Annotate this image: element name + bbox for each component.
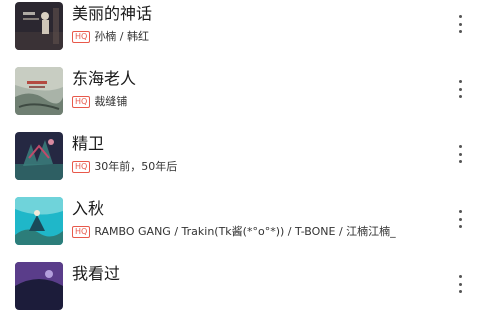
song-artist[interactable]: 裁缝铺 xyxy=(94,95,127,109)
song-artist[interactable]: 30年前，50年后 xyxy=(94,160,177,174)
album-cover-icon[interactable] xyxy=(15,67,63,115)
song-artist[interactable]: RAMBO GANG / Trakin(Tk酱(*°o°*)) / T-BONE… xyxy=(94,225,395,239)
song-row[interactable]: 入秋 HQ RAMBO GANG / Trakin(Tk酱(*°o°*)) / … xyxy=(0,186,489,251)
song-artist[interactable]: 孙楠 / 韩红 xyxy=(94,30,149,44)
song-title[interactable]: 美丽的神话 xyxy=(72,4,152,24)
album-cover-icon[interactable] xyxy=(15,262,63,310)
song-meta: HQ 30年前，50年后 xyxy=(72,159,177,175)
album-cover-icon[interactable] xyxy=(15,132,63,180)
hq-badge: HQ xyxy=(72,226,91,238)
hq-badge: HQ xyxy=(72,96,91,108)
song-title[interactable]: 我看过 xyxy=(72,264,120,284)
song-meta: HQ 孙楠 / 韩红 xyxy=(72,29,149,45)
song-list: 美丽的神话 HQ 孙楠 / 韩红 东海老人 HQ 裁缝铺 精卫 HQ 30年前，… xyxy=(0,0,489,316)
more-vertical-icon[interactable] xyxy=(452,145,468,163)
song-meta: HQ RAMBO GANG / Trakin(Tk酱(*°o°*)) / T-B… xyxy=(72,224,396,240)
song-row[interactable]: 美丽的神话 HQ 孙楠 / 韩红 xyxy=(0,0,489,56)
more-vertical-icon[interactable] xyxy=(452,275,468,293)
song-title[interactable]: 东海老人 xyxy=(72,69,136,89)
hq-badge: HQ xyxy=(72,31,91,43)
song-meta: HQ 裁缝铺 xyxy=(72,94,127,110)
album-cover-icon[interactable] xyxy=(15,197,63,245)
more-vertical-icon[interactable] xyxy=(452,15,468,33)
song-title[interactable]: 精卫 xyxy=(72,134,104,154)
more-vertical-icon[interactable] xyxy=(452,210,468,228)
hq-badge: HQ xyxy=(72,161,91,173)
song-title[interactable]: 入秋 xyxy=(72,199,104,219)
song-row[interactable]: 精卫 HQ 30年前，50年后 xyxy=(0,121,489,186)
album-cover-icon[interactable] xyxy=(15,2,63,50)
more-vertical-icon[interactable] xyxy=(452,80,468,98)
song-row[interactable]: 东海老人 HQ 裁缝铺 xyxy=(0,56,489,121)
